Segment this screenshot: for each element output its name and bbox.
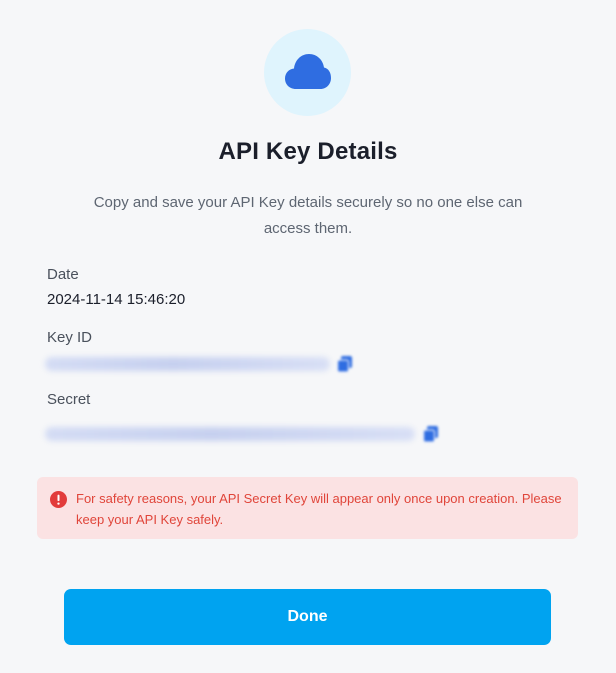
- dialog-title: API Key Details: [218, 138, 398, 165]
- dialog-subtitle: Copy and save your API Key details secur…: [93, 194, 523, 237]
- safety-alert-text: For safety reasons, your API Secret Key …: [76, 491, 562, 527]
- cloud-badge: [264, 29, 351, 116]
- date-label: Date: [47, 266, 79, 283]
- key-id-label: Key ID: [47, 329, 93, 346]
- copy-icon: [422, 426, 438, 443]
- date-value: 2024-11-14 15:46:20: [47, 291, 186, 308]
- key-id-copy-button[interactable]: [336, 355, 354, 373]
- exclamation-circle-icon: [50, 491, 67, 508]
- cloud-icon: [285, 54, 331, 89]
- key-id-value-masked: [45, 357, 330, 371]
- safety-alert: For safety reasons, your API Secret Key …: [37, 477, 578, 539]
- secret-label: Secret: [47, 391, 91, 408]
- api-key-details-dialog: API Key Details Copy and save your API K…: [0, 0, 616, 673]
- secret-copy-button[interactable]: [422, 425, 440, 443]
- copy-icon: [336, 356, 352, 373]
- secret-value-masked: [45, 427, 415, 441]
- done-button[interactable]: Done: [64, 589, 551, 645]
